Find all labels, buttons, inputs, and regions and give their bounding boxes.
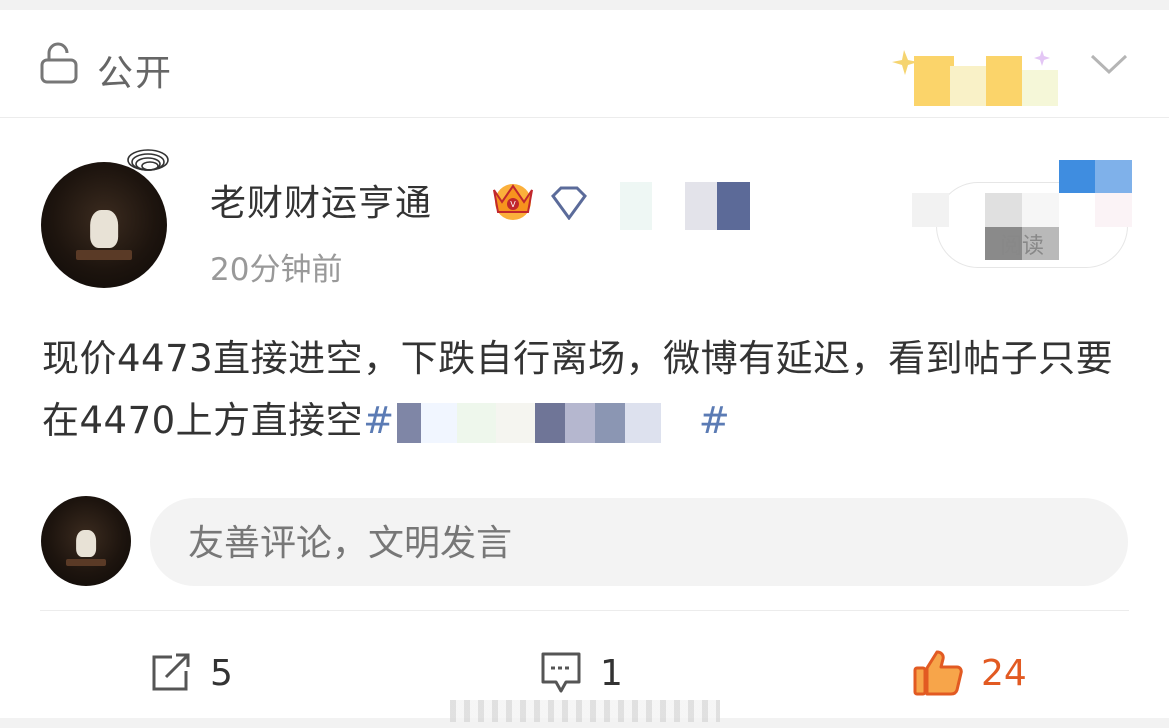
fan-badge-decoration [892, 50, 1058, 106]
author-name[interactable]: 老财财运亨通 [210, 174, 432, 226]
post-time: 20分钟前 [210, 252, 343, 288]
hashtag-close[interactable]: # [699, 399, 731, 442]
svg-text:V: V [510, 200, 516, 209]
post-content: 现价4473直接进空，下跌自行离场，微博有延迟，看到帖子只要在4470上方直接空… [42, 328, 1132, 452]
comment-icon [541, 652, 581, 693]
avatar-pendant-icon [127, 149, 169, 171]
thumbs-up-icon [913, 650, 963, 696]
crown-badge-icon: V [493, 184, 533, 220]
read-label: 阅读 [1000, 234, 1045, 259]
share-icon [152, 653, 190, 691]
comment-input[interactable] [186, 498, 1090, 588]
visibility-label: 公开 [97, 53, 174, 94]
post-visibility-bar: 公开 [0, 10, 1169, 118]
chevron-down-icon[interactable] [1088, 48, 1130, 78]
blurred-footer [450, 700, 720, 722]
blurred-hashtag-text[interactable] [396, 402, 697, 443]
post-card: 公开 老财财运亨通 V 20分钟前 阅读 现价4473直接进空，下跌自行离场，微… [0, 10, 1169, 722]
diamond-badge-icon [551, 186, 587, 220]
divider [40, 610, 1129, 611]
like-button[interactable]: 24 [913, 645, 1027, 701]
comment-count: 1 [600, 652, 623, 694]
like-count: 24 [981, 652, 1027, 694]
my-avatar [41, 496, 131, 586]
comment-button[interactable]: 1 [540, 645, 623, 701]
share-count: 5 [210, 652, 233, 694]
lock-open-icon [40, 42, 78, 84]
blurred-badge [587, 182, 782, 230]
comment-box[interactable] [150, 498, 1128, 588]
hashtag-open[interactable]: # [363, 399, 395, 442]
share-button[interactable]: 5 [150, 645, 233, 701]
